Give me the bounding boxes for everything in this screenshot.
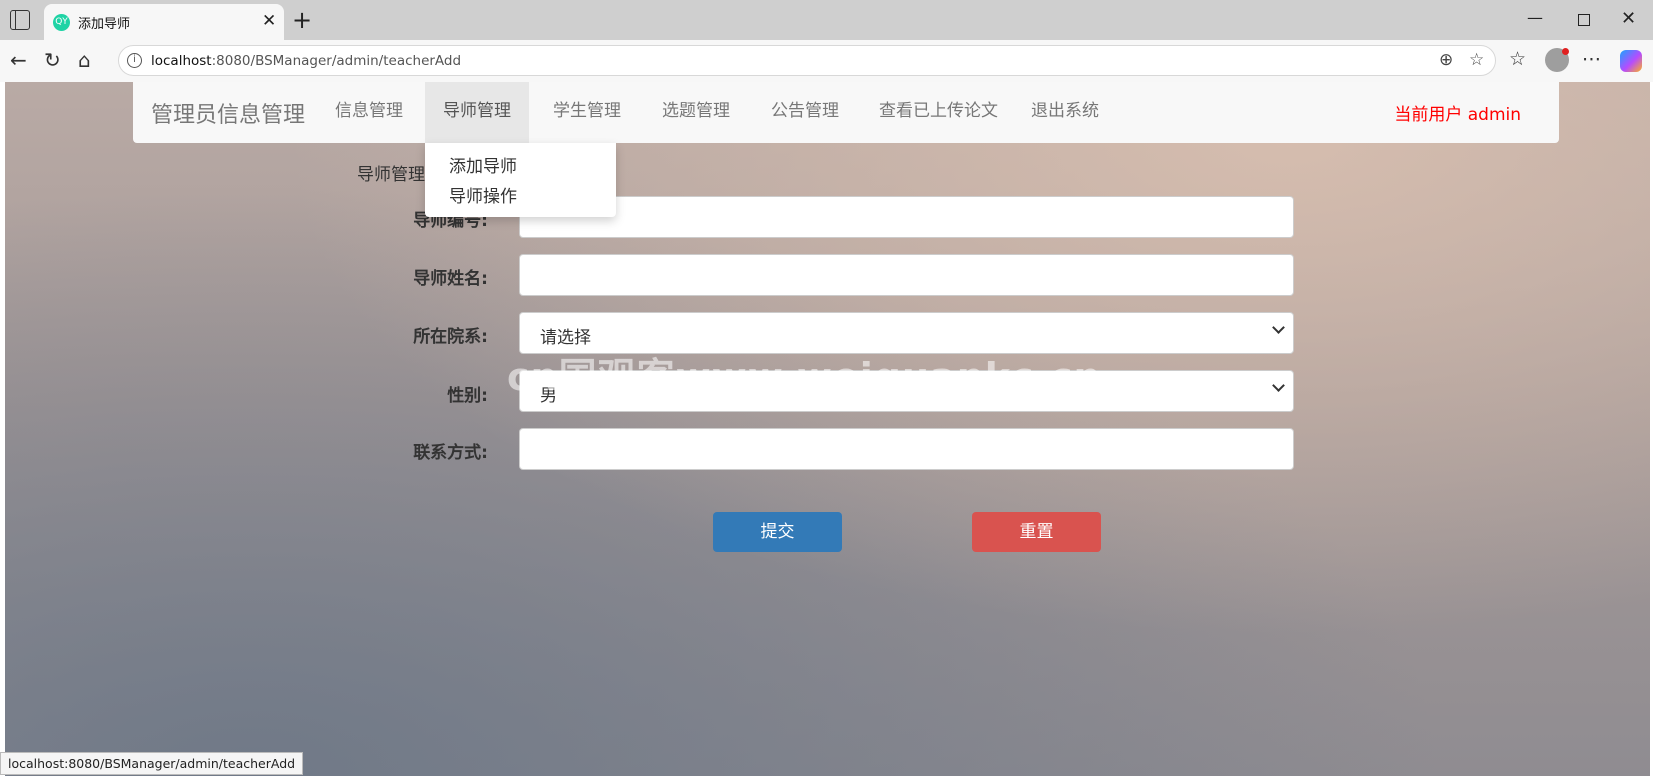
department-label: 所在院系: — [413, 327, 488, 347]
gender-label: 性别: — [447, 386, 488, 406]
teacher-dropdown-menu: 添加导师 导师操作 — [425, 143, 616, 217]
favicon-icon: QY — [53, 14, 70, 31]
section-title: 导师管理 — [357, 165, 425, 185]
close-tab-icon[interactable]: ✕ — [262, 11, 276, 31]
window-close-icon[interactable]: ✕ — [1621, 8, 1636, 29]
zoom-icon[interactable]: ⊕ — [1439, 50, 1453, 70]
favorite-star-icon[interactable]: ☆ — [1469, 50, 1484, 70]
teacher-id-input[interactable] — [519, 196, 1294, 238]
browser-tab[interactable]: QY 添加导师 ✕ — [44, 4, 284, 40]
nav-student-management[interactable]: 学生管理 — [535, 82, 639, 143]
nav-teacher-management[interactable]: 导师管理 — [425, 82, 529, 143]
current-user: 当前用户 admin — [1394, 105, 1521, 125]
tab-title: 添加导师 — [78, 17, 131, 32]
site-info-icon[interactable]: i — [127, 53, 142, 68]
tab-actions-icon[interactable] — [10, 10, 30, 30]
watermark: cn国观客www.weiguankc.cn — [507, 355, 1102, 399]
browser-toolbar: ← ↻ ⌂ i localhost:8080/BSManager/admin/t… — [0, 40, 1653, 82]
home-icon[interactable]: ⌂ — [78, 48, 91, 72]
nav-logout[interactable]: 退出系统 — [1013, 82, 1117, 143]
nav-notice-management[interactable]: 公告管理 — [753, 82, 857, 143]
nav-topic-management[interactable]: 选题管理 — [644, 82, 748, 143]
teacher-name-input[interactable] — [519, 254, 1294, 296]
navbar-brand[interactable]: 管理员信息管理 — [151, 97, 305, 129]
copilot-icon[interactable] — [1620, 50, 1642, 72]
more-icon[interactable]: ⋯ — [1582, 48, 1601, 70]
status-bar-url: localhost:8080/BSManager/admin/teacherAd… — [0, 752, 304, 775]
contact-label: 联系方式: — [413, 443, 488, 463]
url-text[interactable]: localhost:8080/BSManager/admin/teacherAd… — [151, 53, 461, 69]
notification-dot — [1562, 48, 1569, 55]
dropdown-item-add-teacher[interactable]: 添加导师 — [449, 152, 517, 177]
chevron-down-icon — [1272, 379, 1285, 392]
minimize-icon[interactable]: — — [1527, 8, 1543, 27]
chevron-down-icon — [1272, 321, 1285, 334]
maximize-icon[interactable] — [1578, 14, 1590, 26]
dropdown-item-teacher-operations[interactable]: 导师操作 — [449, 182, 517, 207]
new-tab-icon[interactable]: + — [292, 6, 312, 34]
refresh-icon[interactable]: ↻ — [44, 48, 61, 72]
address-bar[interactable]: i localhost:8080/BSManager/admin/teacher… — [118, 45, 1496, 76]
top-navbar: 管理员信息管理 信息管理 导师管理 学生管理 选题管理 公告管理 查看已上传论文… — [133, 82, 1559, 143]
nav-uploaded-papers[interactable]: 查看已上传论文 — [861, 82, 1016, 143]
department-selected-value: 请选择 — [540, 328, 591, 348]
nav-info-management[interactable]: 信息管理 — [317, 82, 421, 143]
page-viewport: 管理员信息管理 信息管理 导师管理 学生管理 选题管理 公告管理 查看已上传论文… — [5, 82, 1650, 776]
browser-tab-bar: QY 添加导师 ✕ + — ✕ — [0, 0, 1653, 40]
favorites-icon[interactable]: ☆ — [1509, 48, 1526, 70]
teacher-name-label: 导师姓名: — [413, 269, 488, 289]
contact-input[interactable] — [519, 428, 1294, 470]
reset-button[interactable]: 重置 — [972, 512, 1101, 552]
back-icon[interactable]: ← — [10, 48, 27, 72]
submit-button[interactable]: 提交 — [713, 512, 842, 552]
